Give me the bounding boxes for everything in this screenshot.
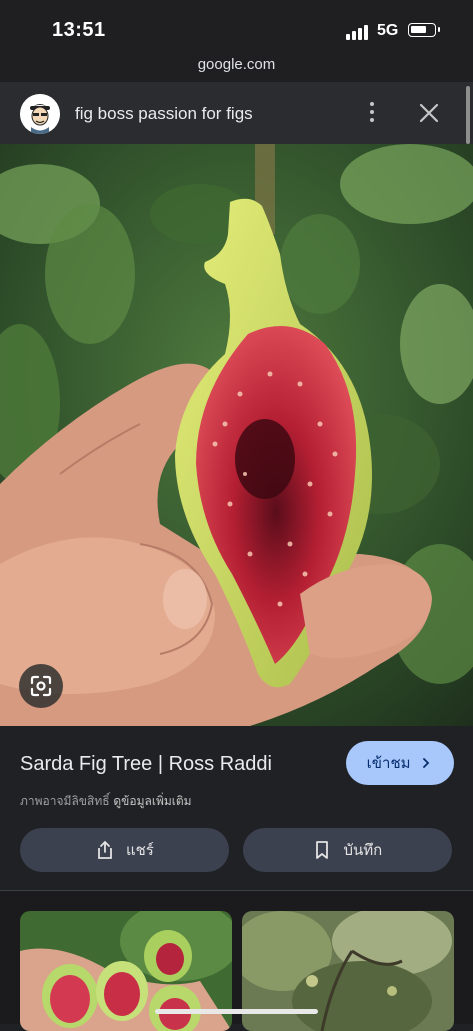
- url-text: google.com: [197, 56, 276, 73]
- url-bar[interactable]: google.com: [0, 52, 473, 82]
- site-avatar: [20, 94, 60, 134]
- home-indicator[interactable]: [155, 1009, 318, 1014]
- close-icon[interactable]: [414, 98, 444, 128]
- save-label: บันทึก: [343, 841, 383, 859]
- avatar-face-icon: [20, 94, 60, 134]
- google-lens-button[interactable]: [19, 664, 63, 708]
- learn-more-link[interactable]: ดูข้อมูลเพิ่มเติม: [113, 794, 191, 808]
- visit-label: เข้าชม: [366, 754, 411, 772]
- fig-photo: [0, 144, 473, 726]
- clock: 13:51: [52, 19, 106, 41]
- scrollbar[interactable]: [466, 86, 470, 144]
- result-header: fig boss passion for figs: [0, 82, 473, 144]
- related-images: [0, 891, 473, 1031]
- notice-text: ภาพอาจมีลิขสิทธิ์: [20, 794, 110, 808]
- copyright-notice: ภาพอาจมีลิขสิทธิ์ ดูข้อมูลเพิ่มเติม: [20, 792, 192, 811]
- share-button[interactable]: แชร์: [20, 828, 229, 872]
- battery-icon: [408, 23, 440, 37]
- source-title[interactable]: fig boss passion for figs: [75, 104, 253, 124]
- result-info: Sarda Fig Tree | Ross Raddi เข้าชม ภาพอา…: [0, 726, 473, 890]
- network-type: 5G: [377, 22, 399, 39]
- save-button[interactable]: บันทึก: [243, 828, 452, 872]
- main-image[interactable]: [0, 144, 473, 726]
- share-label: แชร์: [125, 841, 154, 859]
- result-title[interactable]: Sarda Fig Tree | Ross Raddi: [20, 753, 272, 776]
- cellular-signal-icon: [346, 25, 368, 40]
- lens-icon: [30, 675, 52, 697]
- chevron-right-icon: [423, 758, 430, 768]
- more-vert-icon[interactable]: [362, 98, 382, 126]
- visit-button[interactable]: เข้าชม: [346, 741, 454, 785]
- bookmark-icon: [315, 841, 328, 859]
- share-icon: [98, 840, 113, 859]
- status-bar: 13:51 5G: [0, 0, 473, 52]
